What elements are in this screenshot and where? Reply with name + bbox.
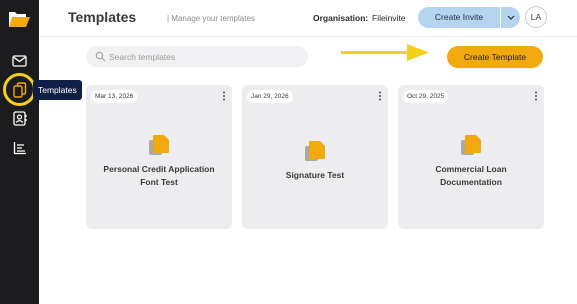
page-subtitle: | Manage your templates [167, 14, 255, 23]
more-options-icon[interactable] [534, 91, 538, 101]
template-name-line2: Font Test [140, 177, 178, 187]
document-icon [149, 135, 169, 155]
more-options-icon[interactable] [378, 91, 382, 101]
templates-icon [12, 81, 26, 98]
card-date: Jan 29, 2026 [247, 90, 293, 103]
template-card[interactable]: Mar 13, 2026 Personal Credit Application… [86, 85, 232, 229]
template-card[interactable]: Jan 29, 2026 Signature Test [242, 85, 388, 229]
more-options-icon[interactable] [222, 91, 226, 101]
search-input[interactable] [109, 46, 299, 67]
sidebar: Templates [0, 0, 82, 304]
search-bar [86, 46, 308, 67]
create-invite-split-button: Create Invite [418, 7, 520, 28]
sidebar-item-templates[interactable] [11, 81, 28, 98]
document-icon [305, 141, 325, 161]
mail-icon [12, 55, 27, 67]
card-date: Oct 29, 2025 [403, 90, 449, 103]
template-name-line2: Documentation [440, 177, 502, 187]
create-invite-button[interactable]: Create Invite [418, 7, 500, 28]
sidebar-item-contacts[interactable] [11, 110, 28, 127]
create-template-button[interactable]: Create Template [447, 46, 543, 68]
search-icon [95, 51, 106, 62]
sidebar-tooltip: Templates [33, 80, 82, 100]
page-title: Templates [68, 9, 137, 25]
card-date: Mar 13, 2026 [91, 90, 138, 103]
template-card[interactable]: Oct 29, 2025 Commercial Loan Documentati… [398, 85, 544, 229]
contacts-icon [12, 111, 27, 126]
template-name: Commercial Loan [435, 164, 507, 174]
template-name: Personal Credit Application [103, 164, 215, 174]
pointer-arrow-annotation [341, 44, 429, 61]
reports-icon [13, 141, 26, 154]
organisation-label: Organisation: [313, 13, 369, 23]
document-icon [461, 135, 481, 155]
invite-dropdown-toggle[interactable] [501, 7, 520, 28]
template-name: Signature Test [285, 170, 345, 180]
app-logo-icon[interactable] [9, 9, 30, 27]
chevron-down-icon [507, 15, 514, 20]
organisation-name: Fileinvite [372, 13, 406, 23]
sidebar-item-reports[interactable] [11, 139, 28, 156]
top-header: Templates | Manage your templates Organi… [39, 0, 577, 37]
user-avatar[interactable]: LA [525, 6, 547, 28]
sidebar-item-invites[interactable] [11, 52, 28, 69]
